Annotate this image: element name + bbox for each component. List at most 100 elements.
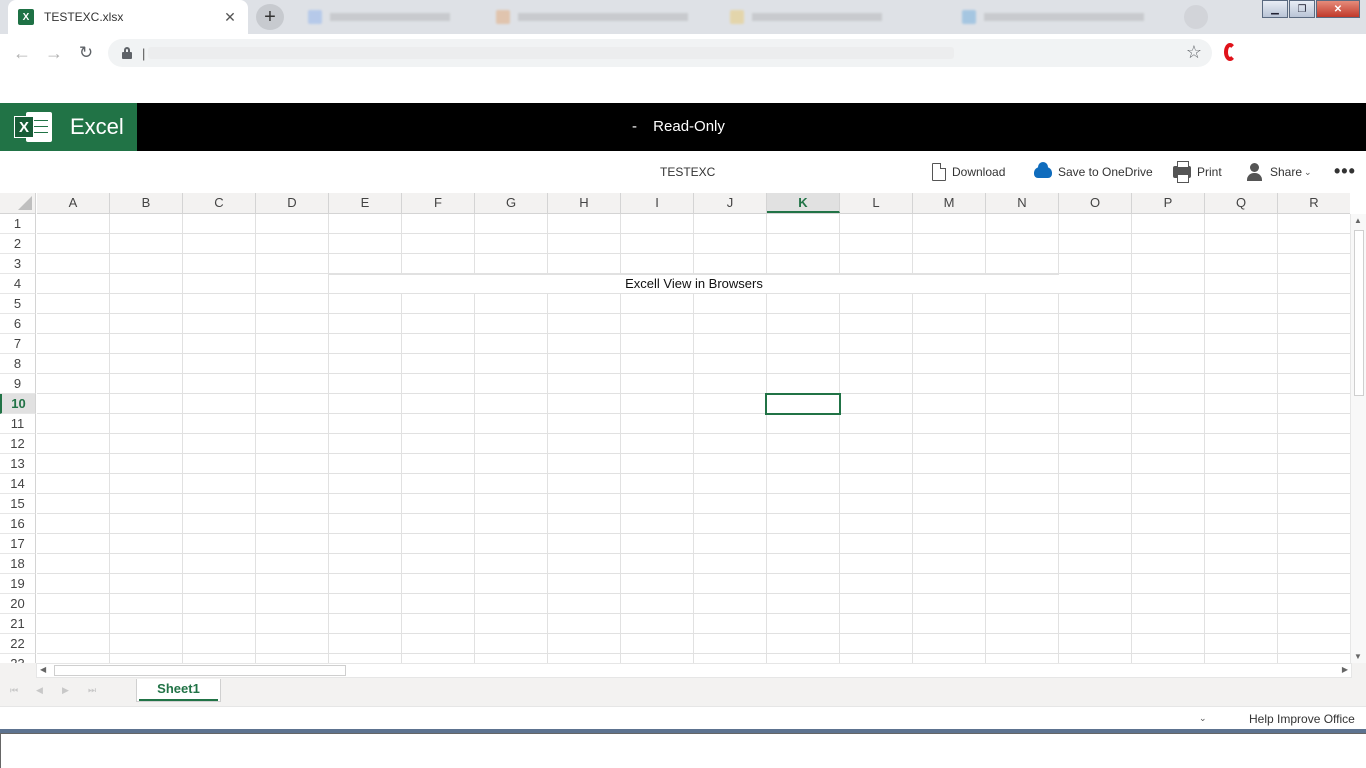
forward-arrow-icon[interactable]: → — [43, 42, 65, 64]
select-all-corner[interactable] — [0, 193, 36, 214]
minimize-button[interactable]: ▁ — [1262, 0, 1288, 18]
row-header-16[interactable]: 16 — [0, 514, 36, 534]
row-header-3[interactable]: 3 — [0, 254, 36, 274]
scroll-right-icon[interactable]: ▶ — [1342, 665, 1348, 674]
column-header-k[interactable]: K — [767, 193, 840, 213]
column-header-f[interactable]: F — [402, 193, 475, 213]
file-name[interactable]: TESTEXC — [660, 165, 715, 179]
tab-favicon-icon — [962, 10, 976, 24]
share-button[interactable]: Share ⌄ — [1246, 161, 1312, 183]
row-header-10[interactable]: 10 — [0, 394, 36, 414]
maximize-button[interactable]: ❐ — [1289, 0, 1315, 18]
close-window-button[interactable]: ✕ — [1316, 0, 1360, 18]
horizontal-scroll-thumb[interactable] — [54, 665, 346, 676]
row-header-23[interactable]: 23 — [0, 654, 36, 663]
excel-brand[interactable]: X Excel — [0, 103, 137, 151]
scroll-left-icon[interactable]: ◀ — [40, 665, 46, 674]
horizontal-scrollbar: ◀ ▶ — [0, 663, 1366, 679]
column-header-j[interactable]: J — [694, 193, 767, 213]
chevron-down-icon: ⌄ — [1304, 166, 1312, 177]
merged-cell-e4-n4[interactable]: Excell View in Browsers — [329, 274, 1059, 294]
scroll-down-icon[interactable]: ▼ — [1354, 652, 1362, 661]
printer-icon — [1173, 161, 1191, 183]
column-header-e[interactable]: E — [329, 193, 402, 213]
browser-tab-strip: X TESTEXC.xlsx ✕ + ▁ ❐ ✕ — [0, 0, 1366, 34]
row-header-5[interactable]: 5 — [0, 294, 36, 314]
browser-tab-active[interactable]: X TESTEXC.xlsx ✕ — [8, 0, 248, 34]
row-header-12[interactable]: 12 — [0, 434, 36, 454]
column-header-c[interactable]: C — [183, 193, 256, 213]
bookmark-star-icon[interactable]: ☆ — [1186, 42, 1202, 63]
next-sheet-icon[interactable]: ▶ — [62, 685, 69, 696]
active-cell-k10[interactable] — [765, 393, 841, 415]
window-controls: ▁ ❐ ✕ — [1261, 0, 1360, 18]
column-header-h[interactable]: H — [548, 193, 621, 213]
row-header-2[interactable]: 2 — [0, 234, 36, 254]
row-header-6[interactable]: 6 — [0, 314, 36, 334]
column-header-m[interactable]: M — [913, 193, 986, 213]
lock-icon[interactable] — [122, 47, 132, 59]
row-header-14[interactable]: 14 — [0, 474, 36, 494]
profile-icon[interactable] — [1184, 5, 1208, 29]
address-text[interactable]: | — [142, 46, 145, 61]
column-header-l[interactable]: L — [840, 193, 913, 213]
cell-area[interactable]: Excell View in Browsers — [37, 214, 1350, 663]
row-headers: 1234567891011121314151617181920212223 — [0, 214, 37, 663]
address-bar[interactable]: | ☆ — [108, 39, 1212, 67]
column-header-o[interactable]: O — [1059, 193, 1132, 213]
sheet-tab-sheet1[interactable]: Sheet1 — [136, 679, 221, 702]
column-header-a[interactable]: A — [37, 193, 110, 213]
row-header-17[interactable]: 17 — [0, 534, 36, 554]
column-header-d[interactable]: D — [256, 193, 329, 213]
row-header-4[interactable]: 4 — [0, 274, 36, 294]
column-header-r[interactable]: R — [1278, 193, 1350, 213]
save-to-onedrive-button[interactable]: Save to OneDrive — [1034, 161, 1153, 183]
new-tab-button[interactable]: + — [256, 4, 284, 30]
row-header-1[interactable]: 1 — [0, 214, 36, 234]
column-header-q[interactable]: Q — [1205, 193, 1278, 213]
column-header-b[interactable]: B — [110, 193, 183, 213]
last-sheet-icon[interactable]: ⏭ — [88, 685, 96, 696]
column-header-n[interactable]: N — [986, 193, 1059, 213]
row-header-13[interactable]: 13 — [0, 454, 36, 474]
row-header-9[interactable]: 9 — [0, 374, 36, 394]
background-tab[interactable] — [488, 4, 708, 30]
excel-logo-icon: X — [14, 110, 52, 144]
row-header-7[interactable]: 7 — [0, 334, 36, 354]
row-header-11[interactable]: 11 — [0, 414, 36, 434]
document-title: - Read-Only — [632, 118, 725, 135]
tab-favicon-icon — [308, 10, 322, 24]
prev-sheet-icon[interactable]: ◀ — [36, 685, 43, 696]
row-header-20[interactable]: 20 — [0, 594, 36, 614]
row-header-15[interactable]: 15 — [0, 494, 36, 514]
vertical-scroll-thumb[interactable] — [1354, 230, 1364, 396]
background-tab[interactable] — [954, 4, 1174, 30]
tab-favicon-icon — [730, 10, 744, 24]
sheet-bar: ⏮ ◀ ▶ ⏭ Sheet1 — [0, 679, 1366, 706]
vertical-scrollbar[interactable]: ▲ ▼ — [1350, 214, 1366, 663]
background-tab[interactable] — [722, 4, 942, 30]
row-header-21[interactable]: 21 — [0, 614, 36, 634]
more-options-button[interactable]: ••• — [1334, 161, 1356, 182]
status-bar: ⌄ Help Improve Office — [0, 706, 1366, 730]
row-header-22[interactable]: 22 — [0, 634, 36, 654]
download-button[interactable]: Download — [932, 161, 1005, 183]
scroll-up-icon[interactable]: ▲ — [1354, 216, 1362, 225]
chevron-down-icon[interactable]: ⌄ — [1199, 713, 1207, 724]
tab-close-icon[interactable]: ✕ — [222, 9, 238, 26]
back-arrow-icon[interactable]: ← — [11, 42, 33, 64]
first-sheet-icon[interactable]: ⏮ — [10, 685, 18, 696]
command-bar: TESTEXC Download Save to OneDrive Print … — [0, 151, 1366, 193]
extension-icon[interactable] — [1224, 43, 1236, 61]
row-header-19[interactable]: 19 — [0, 574, 36, 594]
help-improve-office-link[interactable]: Help Improve Office — [1249, 712, 1355, 726]
row-header-8[interactable]: 8 — [0, 354, 36, 374]
print-button[interactable]: Print — [1173, 161, 1222, 183]
column-header-i[interactable]: I — [621, 193, 694, 213]
column-header-g[interactable]: G — [475, 193, 548, 213]
column-header-p[interactable]: P — [1132, 193, 1205, 213]
reload-icon[interactable]: ↻ — [75, 42, 97, 64]
background-tab[interactable] — [300, 4, 470, 30]
download-label: Download — [952, 165, 1006, 179]
row-header-18[interactable]: 18 — [0, 554, 36, 574]
